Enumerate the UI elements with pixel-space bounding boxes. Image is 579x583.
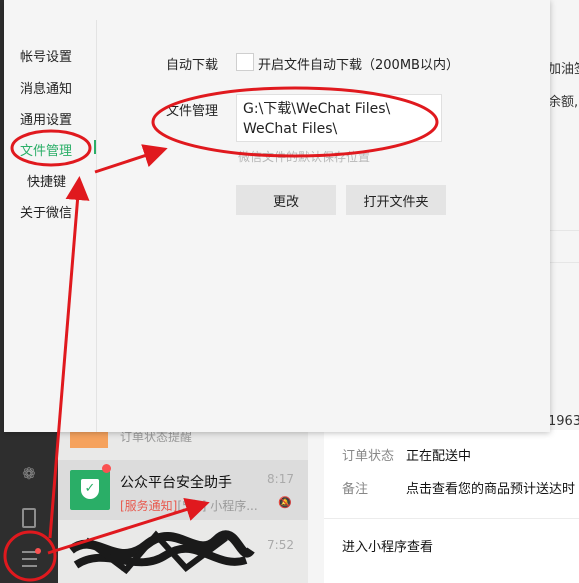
nav-item-shortcuts[interactable]: 快捷键: [27, 171, 66, 190]
order-status-value: 正在配送中: [406, 449, 472, 464]
settings-dialog: 帐号设置 消息通知 通用设置 文件管理 快捷键 关于微信 自动下载 开启文件自动…: [4, 0, 550, 432]
chat-time: 7:52: [267, 538, 294, 552]
note-key: 备注: [342, 482, 369, 497]
chat-name: 公众平台安全助手: [120, 475, 232, 491]
service-tag: [服务通知]: [120, 499, 178, 513]
message-count: [5条]: [177, 499, 207, 513]
mini-program-link[interactable]: 进入小程序查看: [342, 536, 433, 555]
nav-item-general[interactable]: 通用设置: [20, 109, 72, 128]
note-row: 备注 点击查看您的商品预计送达时: [342, 478, 575, 497]
note-value: 点击查看您的商品预计送达时: [406, 482, 576, 497]
divider: [96, 20, 97, 432]
redaction-scribble: [68, 530, 255, 575]
clipped-text: 加油签: [548, 62, 579, 77]
preview-text: 小程序...: [210, 499, 258, 513]
menu-icon[interactable]: [18, 547, 41, 569]
chat-preview: [服务通知][5条] 小程序...: [120, 497, 258, 514]
save-path-hint: 微信文件的默认保存位置: [238, 150, 371, 164]
auto-download-label: 自动下载: [166, 58, 219, 73]
clipped-text: 余额,: [548, 95, 579, 110]
mini-program-icon[interactable]: ❁: [18, 463, 40, 485]
file-management-label: 文件管理: [166, 104, 219, 119]
nav-item-about[interactable]: 关于微信: [20, 202, 72, 221]
mute-icon: 🔕: [278, 496, 292, 509]
nav-item-notifications[interactable]: 消息通知: [20, 78, 72, 97]
shield-icon: ✓: [81, 479, 99, 499]
auto-download-option[interactable]: 开启文件自动下载（200MB以内）: [258, 54, 459, 73]
open-folder-button[interactable]: 打开文件夹: [346, 185, 446, 215]
order-status-key: 订单状态: [342, 449, 395, 464]
chat-time: 8:17: [267, 472, 294, 486]
order-status-row: 订单状态 正在配送中: [342, 445, 471, 464]
divider: [324, 518, 579, 519]
nav-item-file-management[interactable]: 文件管理: [20, 140, 72, 159]
phone-icon[interactable]: [18, 507, 40, 529]
change-button[interactable]: 更改: [236, 185, 336, 215]
nav-item-account[interactable]: 帐号设置: [20, 46, 72, 65]
list-item-security-helper[interactable]: ✓ 公众平台安全助手 8:17 [服务通知][5条] 小程序... 🔕: [58, 460, 308, 520]
order-card: 订单状态 正在配送中 备注 点击查看您的商品预计送达时 进入小程序查看: [324, 430, 579, 583]
save-path-field[interactable]: G:\下载\WeChat Files\ WeChat Files\: [236, 94, 442, 142]
auto-download-checkbox[interactable]: [236, 53, 254, 71]
avatar: ✓: [70, 470, 110, 510]
unread-dot: [102, 464, 111, 473]
settings-nav: 帐号设置 消息通知 通用设置 文件管理 快捷键 关于微信: [4, 0, 96, 432]
clipped-text: 1963: [548, 414, 579, 429]
